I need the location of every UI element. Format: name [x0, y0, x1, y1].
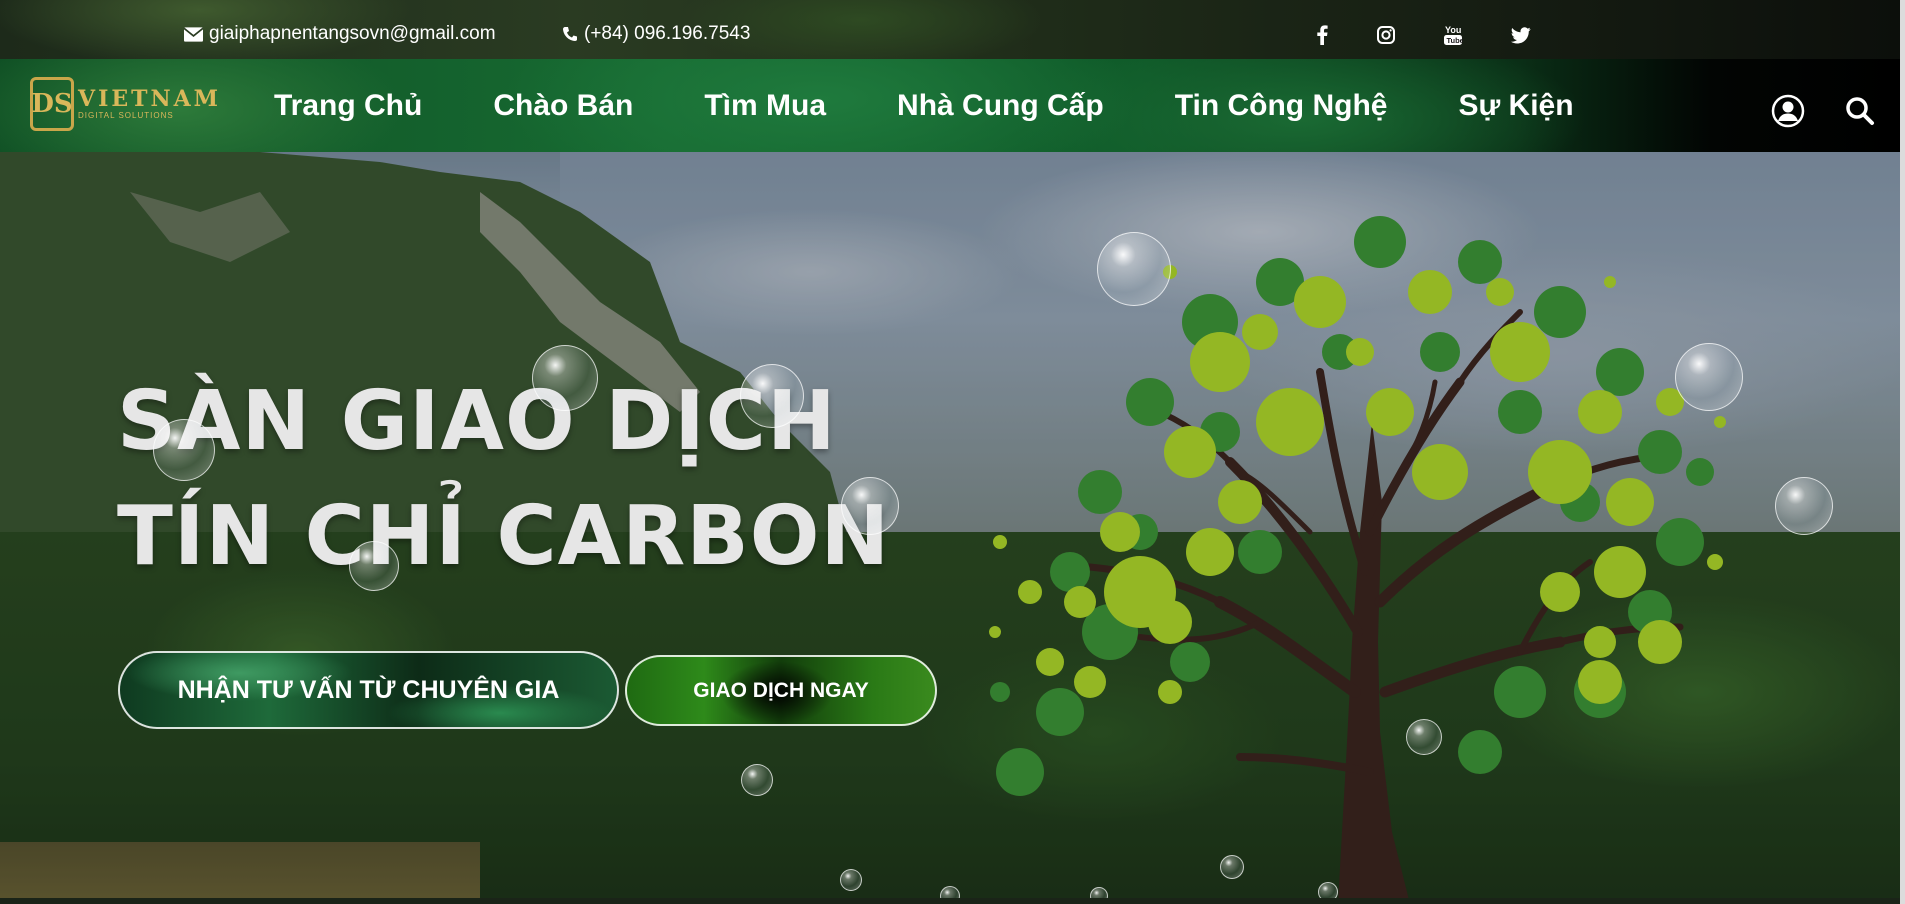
twitter-icon[interactable] — [1508, 22, 1534, 48]
nav-item-tim-mua[interactable]: Tìm Mua — [704, 89, 826, 123]
decorative-bubble — [1097, 232, 1171, 306]
email-link[interactable]: giaiphapnentangsovn@gmail.com — [184, 22, 496, 46]
nav-item-trang-chu[interactable]: Trang Chủ — [274, 89, 422, 123]
bottom-edge — [0, 898, 1900, 904]
main-navbar: DS VIETNAM DIGITAL SOLUTIONS Trang Chủ C… — [0, 59, 1900, 152]
decorative-bubble — [1675, 343, 1743, 411]
search-icon[interactable] — [1845, 96, 1875, 131]
decorative-bubble — [841, 477, 899, 535]
decorative-bubble — [153, 419, 215, 481]
decorative-bubble — [349, 541, 399, 591]
expert-consult-button[interactable]: NHẬN TƯ VẤN TỪ CHUYÊN GIA — [118, 651, 619, 729]
top-contact-bar: giaiphapnentangsovn@gmail.com (+84) 096.… — [0, 0, 1900, 59]
facebook-icon[interactable] — [1309, 22, 1335, 48]
nav-item-su-kien[interactable]: Sự Kiện — [1458, 89, 1573, 123]
decorative-bubble — [1406, 719, 1442, 755]
youtube-icon[interactable]: You Tube — [1440, 22, 1466, 48]
scrollbar[interactable] — [1900, 0, 1905, 904]
decorative-bubble — [741, 764, 773, 796]
logo-mark: DS — [30, 77, 74, 131]
decorative-bubble — [1220, 855, 1244, 879]
hero-banner: SÀN GIAO DỊCH TÍN CHỈ CARBON NHẬN TƯ VẤN… — [0, 152, 1900, 904]
decorative-bubble — [840, 869, 862, 891]
hero-title-line2: TÍN CHỈ CARBON — [117, 489, 891, 584]
instagram-icon[interactable] — [1373, 22, 1399, 48]
logo-tagline: DIGITAL SOLUTIONS — [78, 111, 174, 120]
email-text: giaiphapnentangsovn@gmail.com — [209, 23, 496, 44]
nav-menu: Trang Chủ Chào Bán Tìm Mua Nhà Cung Cấp … — [274, 59, 1645, 152]
phone-icon — [563, 27, 577, 41]
site-logo[interactable]: DS VIETNAM DIGITAL SOLUTIONS — [30, 77, 221, 131]
nav-item-nha-cung-cap[interactable]: Nhà Cung Cấp — [897, 89, 1104, 123]
svg-text:Tube: Tube — [1447, 36, 1464, 45]
svg-text:You: You — [1445, 25, 1461, 35]
envelope-icon — [184, 26, 203, 42]
decorative-bubble — [1775, 477, 1833, 535]
logo-name: VIETNAM — [78, 86, 222, 112]
decorative-bubble — [740, 364, 804, 428]
nav-item-chao-ban[interactable]: Chào Bán — [493, 89, 633, 123]
page: giaiphapnentangsovn@gmail.com (+84) 096.… — [0, 0, 1900, 904]
trade-now-button[interactable]: GIAO DỊCH NGAY — [625, 655, 937, 726]
decorative-bubble — [532, 345, 598, 411]
nav-item-tin-cong-nghe[interactable]: Tin Công Nghệ — [1175, 89, 1388, 123]
phone-link[interactable]: (+84) 096.196.7543 — [562, 22, 750, 46]
user-icon[interactable] — [1771, 94, 1805, 133]
logo-text: VIETNAM DIGITAL SOLUTIONS — [78, 88, 221, 120]
phone-text: (+84) 096.196.7543 — [584, 23, 751, 44]
